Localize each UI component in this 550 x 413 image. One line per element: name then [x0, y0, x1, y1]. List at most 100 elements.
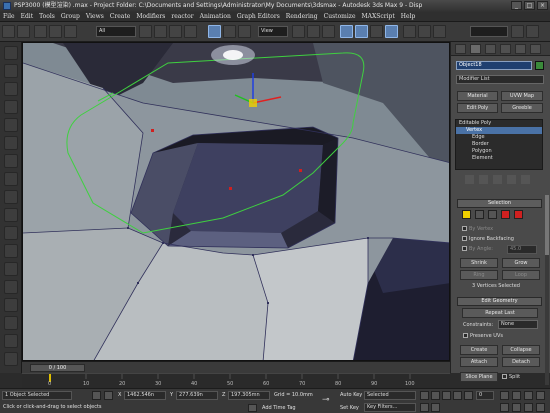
menu-reactor[interactable]: reactor [168, 12, 196, 22]
by-vertex-checkbox[interactable] [462, 226, 467, 231]
grow-button[interactable]: Grow [502, 258, 540, 268]
stack-item-element[interactable]: Element [456, 155, 542, 162]
motion-tool-icon[interactable] [4, 100, 18, 114]
by-angle-option[interactable]: By Angle: [462, 246, 493, 252]
shrink-button[interactable]: Shrink [460, 258, 498, 268]
render-setup-icon[interactable] [526, 25, 539, 38]
track-bar[interactable]: 0 10 20 30 40 50 60 70 80 90 100 [22, 373, 450, 388]
key-icon[interactable]: ⊸ [322, 395, 334, 405]
window-crossing-icon[interactable] [184, 25, 197, 38]
ring-button[interactable]: Ring [460, 270, 498, 280]
set-key-button[interactable]: Set Key [340, 405, 359, 411]
zoom-icon[interactable] [500, 391, 509, 400]
zoom-all-icon[interactable] [512, 391, 521, 400]
polygon-mode-icon[interactable] [501, 210, 510, 219]
orbit-icon[interactable] [524, 403, 533, 412]
z-coord-field[interactable]: 197.305mn [228, 391, 270, 400]
angle-value-field[interactable]: 45.0 [507, 245, 537, 254]
split-checkbox[interactable] [502, 374, 507, 379]
edit-geometry-rollout-header[interactable]: Edit Geometry [457, 297, 542, 306]
align-icon[interactable] [433, 25, 446, 38]
object-color-swatch[interactable] [535, 61, 544, 70]
slice-plane-button[interactable]: Slice Plane [460, 372, 498, 382]
render-tool-icon[interactable] [4, 154, 18, 168]
by-angle-checkbox[interactable] [462, 246, 467, 251]
undo-icon[interactable] [2, 25, 15, 38]
material-editor-icon[interactable] [511, 25, 524, 38]
create-tab-icon[interactable] [455, 44, 466, 54]
graphite-tool-icon[interactable] [4, 46, 18, 60]
stack-item-vertex[interactable]: Vertex [456, 127, 542, 134]
camera-tool-icon[interactable] [4, 172, 18, 186]
vertex-mode-icon[interactable] [462, 210, 471, 219]
menu-rendering[interactable]: Rendering [283, 12, 321, 22]
select-object-icon[interactable] [139, 25, 152, 38]
maximize-viewport-icon[interactable] [536, 403, 545, 412]
display-tab-icon[interactable] [515, 44, 526, 54]
named-selection-icon[interactable] [403, 25, 416, 38]
angle-snap-icon[interactable] [355, 25, 368, 38]
loop-button[interactable]: Loop [502, 270, 540, 280]
shading-tool-icon[interactable] [4, 136, 18, 150]
preserve-uvs-option[interactable]: Preserve UVs [463, 333, 503, 339]
uvw-map-modifier-button[interactable]: UVW Map [501, 91, 543, 101]
extra-tool-icon[interactable] [4, 352, 18, 366]
stack-item-editable-poly[interactable]: Editable Poly [456, 120, 542, 127]
link-icon[interactable] [34, 25, 47, 38]
helper-tool-icon[interactable] [4, 208, 18, 222]
split-option[interactable]: Split [502, 374, 520, 380]
ignore-backfacing-option[interactable]: Ignore Backfacing [462, 236, 514, 242]
menu-help[interactable]: Help [398, 12, 419, 22]
command-panel-scrollbar[interactable] [545, 195, 549, 385]
lock-selection-icon[interactable] [92, 391, 101, 400]
unlink-icon[interactable] [49, 25, 62, 38]
perspective-viewport[interactable] [22, 42, 450, 361]
spinner-snap-icon[interactable] [385, 25, 398, 38]
configure-modifier-sets-icon[interactable] [521, 175, 530, 184]
display-tool-icon[interactable] [4, 118, 18, 132]
play-icon[interactable] [442, 391, 451, 400]
repeat-last-button[interactable]: Repeat Last [462, 308, 538, 318]
pan-icon[interactable] [512, 403, 521, 412]
menu-graph-editors[interactable]: Graph Editors [234, 12, 283, 22]
keyboard-shortcut-icon[interactable] [322, 25, 335, 38]
menu-modifiers[interactable]: Modifiers [133, 12, 168, 22]
close-button[interactable]: × [537, 1, 548, 10]
object-name-field[interactable]: Object18 [456, 61, 532, 70]
time-config-icon[interactable] [431, 403, 440, 412]
mirror-icon[interactable] [418, 25, 431, 38]
light-tool-icon[interactable] [4, 190, 18, 204]
greeble-modifier-button[interactable]: Greeble [501, 103, 543, 113]
edit-poly-modifier-button[interactable]: Edit Poly [457, 103, 498, 113]
menu-customize[interactable]: Customize [321, 12, 359, 22]
key-filters-button[interactable]: Key Filters... [364, 403, 416, 412]
collapse-button[interactable]: Collapse [502, 345, 540, 355]
time-slider[interactable]: 0 / 100 [30, 364, 85, 372]
modify-tab-icon[interactable] [470, 44, 481, 54]
ignore-backfacing-checkbox[interactable] [462, 236, 467, 241]
detach-button[interactable]: Detach [502, 357, 540, 367]
pivot-center-icon[interactable] [292, 25, 305, 38]
named-selection-set-dropdown[interactable] [470, 26, 508, 37]
remove-modifier-icon[interactable] [507, 175, 516, 184]
field-of-view-icon[interactable] [500, 403, 509, 412]
magnet-tool-icon[interactable] [4, 280, 18, 294]
menu-tools[interactable]: Tools [36, 12, 58, 22]
tape-tool-icon[interactable] [4, 298, 18, 312]
stack-item-edge[interactable]: Edge [456, 134, 542, 141]
key-mode-icon[interactable] [420, 403, 429, 412]
attach-button[interactable]: Attach [460, 357, 498, 367]
percent-snap-icon[interactable] [370, 25, 383, 38]
pin-stack-icon[interactable] [465, 175, 474, 184]
auto-key-button[interactable]: Auto Key [340, 392, 362, 398]
next-frame-icon[interactable] [453, 391, 462, 400]
edge-mode-icon[interactable] [475, 210, 484, 219]
go-to-end-icon[interactable] [464, 391, 473, 400]
stack-item-polygon[interactable]: Polygon [456, 148, 542, 155]
selection-rollout-header[interactable]: Selection [457, 199, 542, 208]
redo-icon[interactable] [17, 25, 30, 38]
menu-create[interactable]: Create [107, 12, 134, 22]
constraints-dropdown[interactable]: None [498, 320, 538, 329]
by-vertex-option[interactable]: By Vertex [462, 226, 493, 232]
reference-coordinate-dropdown[interactable]: View [258, 26, 288, 37]
